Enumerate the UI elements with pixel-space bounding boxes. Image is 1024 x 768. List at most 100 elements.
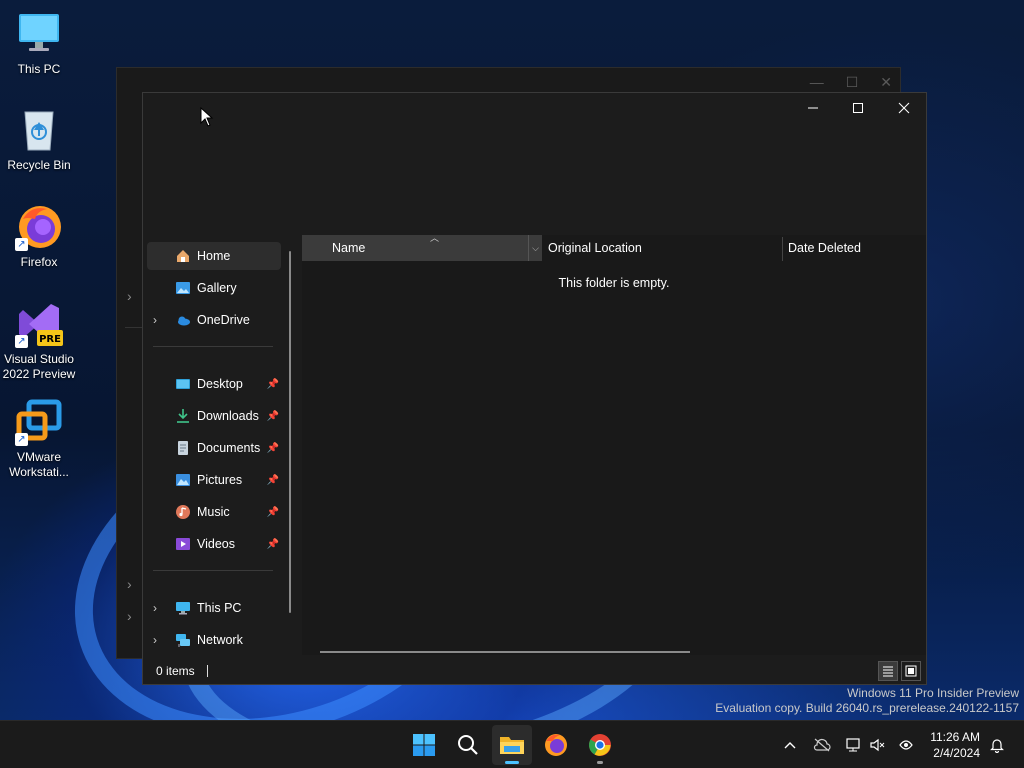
- navigation-pane[interactable]: Home Gallery › OneDrive Desktop 📌 Downlo…: [143, 235, 293, 655]
- nav-item-downloads[interactable]: Downloads 📌: [147, 402, 281, 430]
- nav-item-label: Documents: [197, 441, 261, 455]
- desktop-icon-label: VMware Workstati...: [9, 450, 69, 479]
- details-view-button[interactable]: [878, 661, 898, 681]
- battery-tray-button[interactable]: [894, 721, 918, 768]
- large-icons-view-button[interactable]: [901, 661, 921, 681]
- chrome-taskbar-button[interactable]: [580, 725, 620, 765]
- nav-item-pictures[interactable]: Pictures 📌: [147, 466, 281, 494]
- visual-studio-icon: PRE ↗: [15, 300, 63, 348]
- nav-item-this-pc[interactable]: › This PC: [147, 594, 281, 622]
- music-icon: [175, 504, 191, 520]
- desktop-icon-label: Visual Studio 2022 Preview: [2, 352, 76, 381]
- nav-item-label: Network: [197, 633, 243, 647]
- monitor-icon: [15, 10, 63, 58]
- nav-item-home[interactable]: Home: [147, 242, 281, 270]
- column-label: Name: [332, 241, 366, 255]
- firefox-taskbar-button[interactable]: [536, 725, 576, 765]
- video-icon: [175, 536, 191, 552]
- recycle-bin-window[interactable]: Home Gallery › OneDrive Desktop 📌 Downlo…: [142, 92, 927, 685]
- firefox-icon: [545, 734, 567, 756]
- chevron-down-icon[interactable]: ⌵: [528, 235, 542, 261]
- nav-item-label: Music: [197, 505, 230, 519]
- network-icon: [175, 632, 191, 648]
- pin-icon: 📌: [266, 538, 279, 550]
- title-bar[interactable]: [143, 93, 926, 125]
- minimize-icon: —: [809, 74, 824, 90]
- search-icon: [458, 735, 478, 755]
- gallery-icon: [175, 280, 191, 296]
- network-tray-button[interactable]: [842, 721, 866, 768]
- file-list[interactable]: Name ︿ ⌵ Original Location Date Deleted …: [302, 233, 926, 655]
- nav-item-onedrive[interactable]: › OneDrive: [147, 306, 281, 334]
- desktop-icon-this-pc[interactable]: This PC: [0, 10, 78, 77]
- start-button[interactable]: [404, 725, 444, 765]
- desktop-icon-vmware[interactable]: ↗ VMware Workstati...: [0, 398, 78, 480]
- command-bar-area: [143, 125, 926, 235]
- search-button[interactable]: [448, 725, 488, 765]
- chrome-icon: [589, 734, 611, 756]
- pin-icon: 📌: [266, 442, 279, 454]
- column-divider[interactable]: [782, 237, 783, 261]
- desktop-icon-recycle-bin[interactable]: Recycle Bin: [0, 106, 78, 173]
- watermark-line: Windows 11 Pro Insider Preview: [847, 686, 1019, 700]
- close-button[interactable]: [881, 93, 927, 123]
- cloud-off-icon: [813, 738, 831, 752]
- taskbar-clock[interactable]: 11:26 AM 2/4/2024: [930, 729, 980, 761]
- nav-item-music[interactable]: Music 📌: [147, 498, 281, 526]
- chevron-right-icon[interactable]: ›: [153, 313, 157, 327]
- chevron-right-icon[interactable]: ›: [153, 601, 157, 615]
- nav-item-label: Pictures: [197, 473, 243, 487]
- column-header-row: Name ︿ ⌵ Original Location Date Deleted: [302, 233, 926, 261]
- pin-icon: 📌: [266, 410, 279, 422]
- recycle-bin-icon: [15, 106, 63, 154]
- picture-icon: [175, 472, 191, 488]
- nav-item-videos[interactable]: Videos 📌: [147, 530, 281, 558]
- computer-icon: [175, 600, 191, 616]
- mouse-cursor-icon: [200, 107, 214, 127]
- column-header-original-location[interactable]: Original Location: [548, 235, 642, 261]
- maximize-icon: ☐: [845, 74, 859, 90]
- watermark-line: Evaluation copy. Build 26040.rs_prerelea…: [715, 701, 1019, 715]
- chevron-right-icon[interactable]: ›: [153, 633, 157, 647]
- nav-item-network[interactable]: › Network: [147, 626, 281, 654]
- notifications-button[interactable]: [986, 721, 1008, 768]
- nav-separator: [153, 570, 273, 571]
- pin-icon: 📌: [266, 506, 279, 518]
- nav-item-desktop[interactable]: Desktop 📌: [147, 370, 281, 398]
- pin-icon: 📌: [266, 474, 279, 486]
- nav-item-gallery[interactable]: Gallery: [147, 274, 281, 302]
- nav-item-label: Downloads: [197, 409, 259, 423]
- volume-tray-button[interactable]: [866, 721, 890, 768]
- maximize-button[interactable]: [835, 93, 881, 123]
- status-divider: [206, 665, 208, 677]
- file-explorer-taskbar-button[interactable]: [492, 725, 532, 765]
- minimize-button[interactable]: [790, 93, 836, 123]
- desktop-icon-label: Firefox: [20, 255, 58, 269]
- taskbar: 11:26 AM 2/4/2024: [0, 720, 1024, 768]
- details-view-icon: [883, 666, 893, 677]
- nav-scrollbar[interactable]: [289, 251, 291, 613]
- column-header-name[interactable]: Name ︿ ⌵: [302, 233, 542, 261]
- chevron-right-icon: ›: [127, 576, 132, 592]
- nav-item-label: This PC: [197, 601, 242, 615]
- nav-item-label: Gallery: [197, 281, 237, 295]
- desktop-icon-firefox[interactable]: ↗ Firefox: [0, 203, 78, 270]
- horizontal-scrollbar[interactable]: [320, 651, 690, 653]
- onedrive-tray-button[interactable]: [810, 721, 834, 768]
- close-icon: [898, 102, 910, 114]
- show-hidden-icons-button[interactable]: [778, 721, 802, 768]
- desktop-icon-label: This PC: [17, 62, 61, 76]
- desktop-icon-visual-studio[interactable]: PRE ↗ Visual Studio 2022 Preview: [0, 300, 78, 382]
- status-bar: 0 items: [143, 658, 926, 684]
- column-label: Original Location: [548, 241, 642, 255]
- column-header-date-deleted[interactable]: Date Deleted: [788, 235, 861, 261]
- nav-item-label: OneDrive: [197, 313, 250, 327]
- nav-item-documents[interactable]: Documents 📌: [147, 434, 281, 462]
- clock-date: 2/4/2024: [933, 746, 980, 760]
- sort-ascending-icon: ︿: [430, 233, 440, 243]
- nav-item-label: Home: [197, 249, 231, 263]
- start-icon: [413, 734, 435, 756]
- chevron-right-icon: ›: [127, 608, 132, 624]
- large-icons-view-icon: [905, 665, 917, 677]
- chevron-right-icon: ›: [127, 288, 132, 304]
